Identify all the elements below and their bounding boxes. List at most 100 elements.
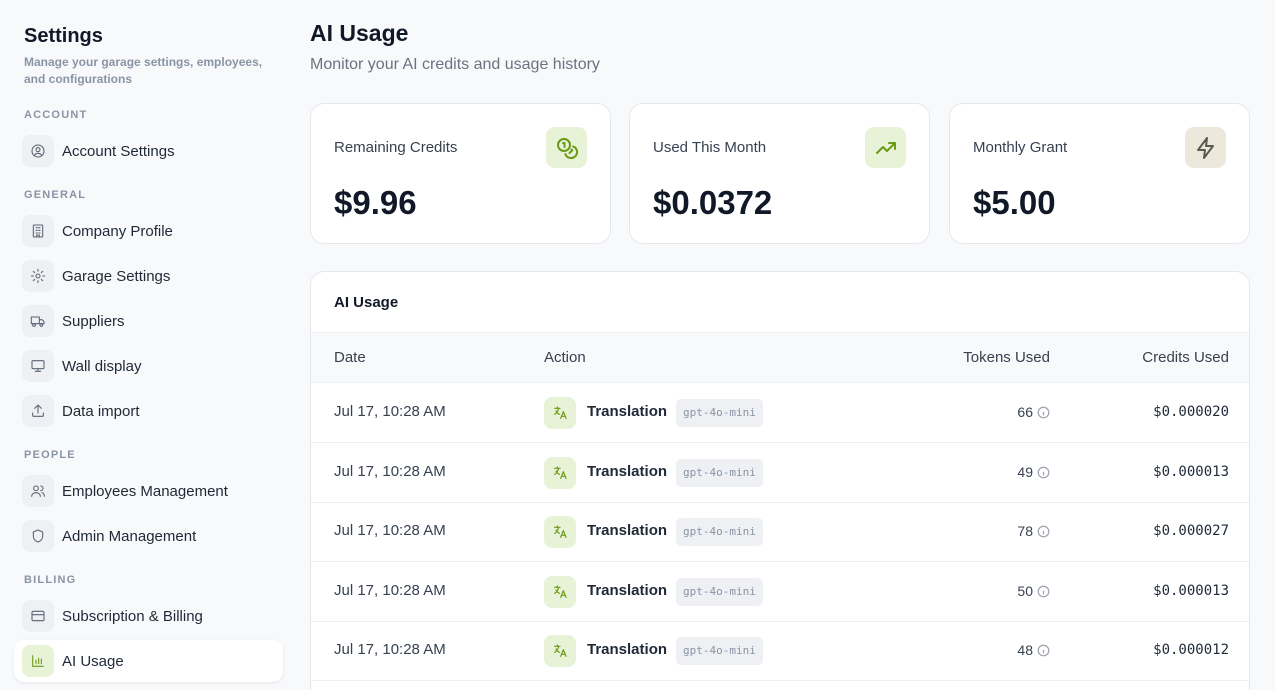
translate-icon [544,576,576,608]
date-cell: Jul 17, 10:28 AM [334,641,446,658]
action-label: Translation [587,403,668,420]
section-account: ACCOUNT [24,109,88,121]
sidebar-title: Settings [24,25,103,47]
settings-sidebar: Settings Manage your garage settings, em… [0,0,295,690]
user-circle-icon [22,135,54,167]
sidebar-item-label: Company Profile [62,222,173,240]
sidebar-item-suppliers[interactable]: Suppliers [14,300,283,342]
sidebar-item-label: Suppliers [62,312,125,330]
sidebar-item-company-profile[interactable]: Company Profile [14,210,283,252]
table-row: Jul 17, 10:28 AM Translation gpt-4o-mini… [311,562,1249,622]
monitor-icon [22,350,54,382]
info-icon[interactable] [1037,466,1050,479]
translate-icon [544,516,576,548]
sidebar-item-label: Garage Settings [62,267,171,285]
sidebar-item-admin-management[interactable]: Admin Management [14,515,283,557]
tokens-cell: 49 [1017,464,1050,480]
credits-cell: $0.000013 [1153,464,1229,480]
date-cell: Jul 17, 10:28 AM [334,522,446,539]
action-label: Translation [587,463,668,480]
sidebar-item-account-settings[interactable]: Account Settings [14,130,283,172]
sidebar-item-label: Subscription & Billing [62,607,203,625]
page-subtitle: Monitor your AI credits and usage histor… [310,56,600,73]
table-row: Jul 17, 10:28 AM Translation gpt-4o-mini… [311,502,1249,562]
tokens-cell: 66 [1017,404,1050,420]
gear-icon [22,260,54,292]
credits-cell: $0.000027 [1153,523,1229,539]
sidebar-item-label: Account Settings [62,142,175,160]
users-icon [22,475,54,507]
credits-cell: $0.000013 [1153,583,1229,599]
sidebar-item-wall-display[interactable]: Wall display [14,345,283,387]
shield-icon [22,520,54,552]
coins-icon [546,127,587,168]
card-label: Monthly Grant [973,139,1068,156]
bar-chart-icon [22,645,54,677]
page-title: AI Usage [310,20,409,46]
used-this-month-card: Used This Month $0.0372 [629,103,930,244]
sidebar-subtitle: Manage your garage settings, employees, … [24,55,263,86]
sidebar-item-subscription-billing[interactable]: Subscription & Billing [14,595,283,637]
info-icon[interactable] [1037,525,1050,538]
tokens-value: 66 [1017,404,1033,420]
model-badge: gpt-4o-mini [676,518,763,546]
model-badge: gpt-4o-mini [676,637,763,665]
column-header-date: Date [334,349,366,366]
sidebar-item-label: Wall display [62,357,142,375]
table-row: Jul 17, 10:28 AM Translation gpt-4o-mini… [311,383,1249,443]
info-icon[interactable] [1037,644,1050,657]
tokens-value: 50 [1017,583,1033,599]
info-icon[interactable] [1037,406,1050,419]
sidebar-item-garage-settings[interactable]: Garage Settings [14,255,283,297]
card-label: Used This Month [653,139,767,156]
action-label: Translation [587,641,668,658]
action-label: Translation [587,582,668,599]
tokens-cell: 78 [1017,523,1050,539]
date-cell: Jul 17, 10:28 AM [334,463,446,480]
model-badge: gpt-4o-mini [676,578,763,606]
column-header-credits: Credits Used [1142,349,1229,366]
card-value: $9.96 [334,184,417,221]
monthly-grant-card: Monthly Grant $5.00 [949,103,1250,244]
table-header: Date Action Tokens Used Credits Used [311,332,1249,383]
column-header-tokens: Tokens Used [963,349,1050,366]
truck-icon [22,305,54,337]
tokens-cell: 50 [1017,583,1050,599]
section-billing: BILLING [24,574,77,586]
sidebar-item-label: Admin Management [62,527,197,545]
tokens-cell: 48 [1017,642,1050,658]
tokens-value: 49 [1017,464,1033,480]
tokens-value: 78 [1017,523,1033,539]
credits-cell: $0.000020 [1153,404,1229,420]
translate-icon [544,457,576,489]
credits-cell: $0.000012 [1153,642,1229,658]
card-value: $5.00 [973,184,1056,221]
sidebar-item-label: Employees Management [62,482,228,500]
trending-up-icon [865,127,906,168]
section-people: PEOPLE [24,449,76,461]
action-label: Translation [587,522,668,539]
translate-icon [544,397,576,429]
sidebar-item-employees-management[interactable]: Employees Management [14,470,283,512]
tokens-value: 48 [1017,642,1033,658]
credit-card-icon [22,600,54,632]
table-row: Jul 17, 10:28 AM Translation gpt-4o-mini… [311,443,1249,503]
model-badge: gpt-4o-mini [676,399,763,427]
table-row: Jul 17, 10:28 AM Translation gpt-4o-mini… [311,621,1249,681]
date-cell: Jul 17, 10:28 AM [334,403,446,420]
sidebar-item-label: Data import [62,402,140,420]
card-value: $0.0372 [653,184,773,221]
column-header-action: Action [544,349,586,366]
section-general: GENERAL [24,189,87,201]
usage-table-card: AI Usage Date Action Tokens Used Credits… [310,271,1250,690]
building-icon [22,215,54,247]
card-label: Remaining Credits [334,139,458,156]
sidebar-item-label: AI Usage [62,652,124,670]
date-cell: Jul 17, 10:28 AM [334,582,446,599]
sidebar-item-ai-usage[interactable]: AI Usage [14,640,283,682]
zap-icon [1185,127,1226,168]
sidebar-item-data-import[interactable]: Data import [14,390,283,432]
upload-icon [22,395,54,427]
info-icon[interactable] [1037,585,1050,598]
remaining-credits-card: Remaining Credits $9.96 [310,103,611,244]
